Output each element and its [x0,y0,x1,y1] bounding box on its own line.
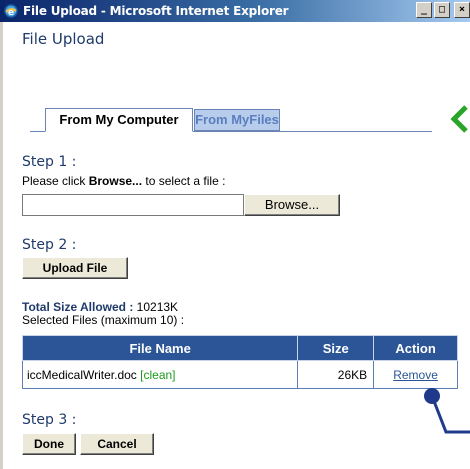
cancel-button[interactable]: Cancel [80,433,154,455]
file-name-cell: iccMedicalWriter.doc [clean] [21,360,299,389]
minimize-button[interactable]: _ [416,2,432,18]
table-row: iccMedicalWriter.doc [clean] 26KB Remove [21,360,458,389]
close-button[interactable]: × [454,2,470,18]
file-size-cell: 26KB [297,360,375,389]
step-3-label: Step 3 : [22,412,77,428]
tab-from-myfiles[interactable]: From MyFiles [194,109,280,131]
total-size-value: 10213K [133,300,179,314]
step-1-instruction: Please click Browse... to select a file … [22,174,225,188]
header-action: Action [373,335,458,361]
total-size-label: Total Size Allowed : [22,300,134,314]
tab-from-my-computer[interactable]: From My Computer [45,108,193,132]
upload-file-button[interactable]: Upload File [22,257,128,279]
page-title: File Upload [22,30,105,48]
instruction-suffix: to select a file : [142,174,226,188]
window-controls: _ □ × [416,2,470,18]
selected-files-table: File Name Size Action iccMedicalWriter.d… [21,335,458,389]
window-title: File Upload - Microsoft Internet Explore… [23,4,289,18]
maximize-button[interactable]: □ [434,2,450,18]
file-name: iccMedicalWriter.doc [27,367,137,382]
callout-pointer-icon [424,388,470,434]
scan-status: [clean] [140,367,176,382]
header-size: Size [297,335,375,361]
svg-text:e: e [8,8,14,18]
step-2-label: Step 2 : [22,237,77,253]
table-header-row: File Name Size Action [21,335,458,361]
total-size-allowed: Total Size Allowed : 10213K [22,300,178,314]
header-file-name: File Name [21,335,299,361]
instruction-browse-bold: Browse... [88,174,143,188]
done-button[interactable]: Done [22,433,76,455]
window-titlebar: e File Upload - Microsoft Internet Explo… [0,0,470,22]
internet-explorer-icon: e [3,3,19,19]
instruction-prefix: Please click [22,174,89,188]
file-path-input[interactable] [22,194,244,216]
step-1-label: Step 1 : [22,154,77,170]
browse-button[interactable]: Browse... [244,194,340,216]
selected-files-caption: Selected Files (maximum 10) : [22,313,185,327]
green-arrow-icon [450,105,468,133]
